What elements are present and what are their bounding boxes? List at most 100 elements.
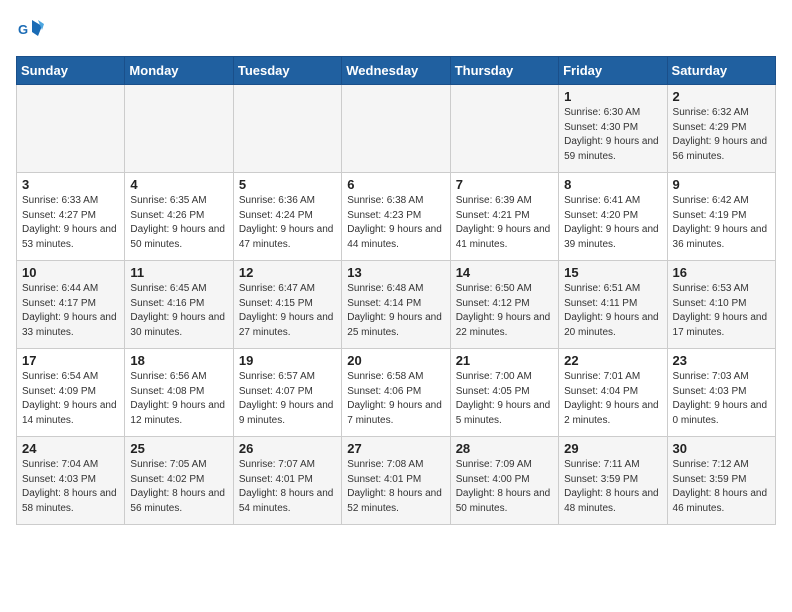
calendar-cell: 12 Sunrise: 6:47 AM Sunset: 4:15 PM Dayli… xyxy=(233,261,341,349)
day-header-tuesday: Tuesday xyxy=(233,57,341,85)
day-info: Sunrise: 6:39 AM Sunset: 4:21 PM Dayligh… xyxy=(456,194,553,252)
calendar-cell: 28 Sunrise: 7:09 AM Sunset: 4:00 PM Dayli… xyxy=(450,437,558,525)
day-info: Sunrise: 7:03 AM Sunset: 4:03 PM Dayligh… xyxy=(673,370,770,428)
calendar-cell: 26 Sunrise: 7:07 AM Sunset: 4:01 PM Dayli… xyxy=(233,437,341,525)
calendar-cell: 23 Sunrise: 7:03 AM Sunset: 4:03 PM Dayli… xyxy=(667,349,775,437)
day-number: 4 xyxy=(130,177,227,192)
calendar-cell: 9 Sunrise: 6:42 AM Sunset: 4:19 PM Daylig… xyxy=(667,173,775,261)
day-number: 7 xyxy=(456,177,553,192)
day-number: 28 xyxy=(456,441,553,456)
svg-text:G: G xyxy=(18,22,28,37)
day-number: 12 xyxy=(239,265,336,280)
day-number: 8 xyxy=(564,177,661,192)
day-number: 9 xyxy=(673,177,770,192)
day-header-saturday: Saturday xyxy=(667,57,775,85)
calendar-cell: 11 Sunrise: 6:45 AM Sunset: 4:16 PM Dayli… xyxy=(125,261,233,349)
day-header-thursday: Thursday xyxy=(450,57,558,85)
day-info: Sunrise: 7:01 AM Sunset: 4:04 PM Dayligh… xyxy=(564,370,661,428)
day-number: 16 xyxy=(673,265,770,280)
day-info: Sunrise: 6:56 AM Sunset: 4:08 PM Dayligh… xyxy=(130,370,227,428)
calendar-cell: 7 Sunrise: 6:39 AM Sunset: 4:21 PM Daylig… xyxy=(450,173,558,261)
calendar-cell: 14 Sunrise: 6:50 AM Sunset: 4:12 PM Dayli… xyxy=(450,261,558,349)
calendar-cell: 29Sunrise: 7:11 AM Sunset: 3:59 PM Dayli… xyxy=(559,437,667,525)
calendar-cell: 19 Sunrise: 6:57 AM Sunset: 4:07 PM Dayli… xyxy=(233,349,341,437)
calendar-header: SundayMondayTuesdayWednesdayThursdayFrid… xyxy=(17,57,776,85)
calendar-cell: 25 Sunrise: 7:05 AM Sunset: 4:02 PM Dayli… xyxy=(125,437,233,525)
day-number: 26 xyxy=(239,441,336,456)
calendar-cell: 2 Sunrise: 6:32 AM Sunset: 4:29 PM Daylig… xyxy=(667,85,775,173)
day-header-sunday: Sunday xyxy=(17,57,125,85)
day-header-friday: Friday xyxy=(559,57,667,85)
day-number: 27 xyxy=(347,441,444,456)
calendar-cell xyxy=(450,85,558,173)
day-info: Sunrise: 6:30 AM Sunset: 4:30 PM Dayligh… xyxy=(564,106,661,164)
calendar-cell: 15 Sunrise: 6:51 AM Sunset: 4:11 PM Dayli… xyxy=(559,261,667,349)
calendar-cell: 24Sunrise: 7:04 AM Sunset: 4:03 PM Dayli… xyxy=(17,437,125,525)
day-info: Sunrise: 6:57 AM Sunset: 4:07 PM Dayligh… xyxy=(239,370,336,428)
calendar-cell: 8 Sunrise: 6:41 AM Sunset: 4:20 PM Daylig… xyxy=(559,173,667,261)
day-info: Sunrise: 6:54 AM Sunset: 4:09 PM Dayligh… xyxy=(22,370,119,428)
day-number: 10 xyxy=(22,265,119,280)
day-info: Sunrise: 7:08 AM Sunset: 4:01 PM Dayligh… xyxy=(347,458,444,516)
calendar-cell: 6 Sunrise: 6:38 AM Sunset: 4:23 PM Daylig… xyxy=(342,173,450,261)
calendar-cell: 30Sunrise: 7:12 AM Sunset: 3:59 PM Dayli… xyxy=(667,437,775,525)
calendar-cell: 22 Sunrise: 7:01 AM Sunset: 4:04 PM Dayli… xyxy=(559,349,667,437)
day-info: Sunrise: 6:42 AM Sunset: 4:19 PM Dayligh… xyxy=(673,194,770,252)
day-header-monday: Monday xyxy=(125,57,233,85)
day-number: 25 xyxy=(130,441,227,456)
day-number: 22 xyxy=(564,353,661,368)
day-info: Sunrise: 6:38 AM Sunset: 4:23 PM Dayligh… xyxy=(347,194,444,252)
day-number: 29 xyxy=(564,441,661,456)
day-number: 11 xyxy=(130,265,227,280)
logo: G xyxy=(16,16,48,44)
calendar-cell: 27 Sunrise: 7:08 AM Sunset: 4:01 PM Dayli… xyxy=(342,437,450,525)
calendar-cell: 13 Sunrise: 6:48 AM Sunset: 4:14 PM Dayli… xyxy=(342,261,450,349)
day-info: Sunrise: 6:50 AM Sunset: 4:12 PM Dayligh… xyxy=(456,282,553,340)
calendar-cell: 4Sunrise: 6:35 AM Sunset: 4:26 PM Daylig… xyxy=(125,173,233,261)
calendar-cell: 21 Sunrise: 7:00 AM Sunset: 4:05 PM Dayli… xyxy=(450,349,558,437)
calendar-week-4: 17Sunrise: 6:54 AM Sunset: 4:09 PM Dayli… xyxy=(17,349,776,437)
calendar-cell: 10Sunrise: 6:44 AM Sunset: 4:17 PM Dayli… xyxy=(17,261,125,349)
day-info: Sunrise: 6:32 AM Sunset: 4:29 PM Dayligh… xyxy=(673,106,770,164)
calendar-cell xyxy=(342,85,450,173)
calendar-week-3: 10Sunrise: 6:44 AM Sunset: 4:17 PM Dayli… xyxy=(17,261,776,349)
day-number: 3 xyxy=(22,177,119,192)
day-info: Sunrise: 6:47 AM Sunset: 4:15 PM Dayligh… xyxy=(239,282,336,340)
day-number: 14 xyxy=(456,265,553,280)
day-info: Sunrise: 6:51 AM Sunset: 4:11 PM Dayligh… xyxy=(564,282,661,340)
day-number: 30 xyxy=(673,441,770,456)
day-number: 15 xyxy=(564,265,661,280)
day-number: 5 xyxy=(239,177,336,192)
day-number: 19 xyxy=(239,353,336,368)
calendar-table: SundayMondayTuesdayWednesdayThursdayFrid… xyxy=(16,56,776,525)
day-info: Sunrise: 7:00 AM Sunset: 4:05 PM Dayligh… xyxy=(456,370,553,428)
calendar-cell: 18Sunrise: 6:56 AM Sunset: 4:08 PM Dayli… xyxy=(125,349,233,437)
calendar-cell xyxy=(233,85,341,173)
day-number: 1 xyxy=(564,89,661,104)
day-info: Sunrise: 6:53 AM Sunset: 4:10 PM Dayligh… xyxy=(673,282,770,340)
day-number: 24 xyxy=(22,441,119,456)
day-number: 13 xyxy=(347,265,444,280)
calendar-cell: 3 Sunrise: 6:33 AM Sunset: 4:27 PM Daylig… xyxy=(17,173,125,261)
calendar-cell: 20Sunrise: 6:58 AM Sunset: 4:06 PM Dayli… xyxy=(342,349,450,437)
calendar-week-1: 1 Sunrise: 6:30 AM Sunset: 4:30 PM Daylig… xyxy=(17,85,776,173)
calendar-cell: 17Sunrise: 6:54 AM Sunset: 4:09 PM Dayli… xyxy=(17,349,125,437)
day-number: 23 xyxy=(673,353,770,368)
calendar-week-2: 3 Sunrise: 6:33 AM Sunset: 4:27 PM Daylig… xyxy=(17,173,776,261)
day-info: Sunrise: 7:07 AM Sunset: 4:01 PM Dayligh… xyxy=(239,458,336,516)
logo-icon: G xyxy=(16,16,44,44)
day-number: 2 xyxy=(673,89,770,104)
day-info: Sunrise: 7:09 AM Sunset: 4:00 PM Dayligh… xyxy=(456,458,553,516)
day-info: Sunrise: 6:45 AM Sunset: 4:16 PM Dayligh… xyxy=(130,282,227,340)
day-header-wednesday: Wednesday xyxy=(342,57,450,85)
day-info: Sunrise: 6:36 AM Sunset: 4:24 PM Dayligh… xyxy=(239,194,336,252)
day-info: Sunrise: 6:33 AM Sunset: 4:27 PM Dayligh… xyxy=(22,194,119,252)
day-info: Sunrise: 6:48 AM Sunset: 4:14 PM Dayligh… xyxy=(347,282,444,340)
day-number: 6 xyxy=(347,177,444,192)
page-header: G xyxy=(16,16,776,44)
day-number: 20 xyxy=(347,353,444,368)
day-number: 21 xyxy=(456,353,553,368)
calendar-cell xyxy=(125,85,233,173)
day-info: Sunrise: 6:41 AM Sunset: 4:20 PM Dayligh… xyxy=(564,194,661,252)
day-info: Sunrise: 7:05 AM Sunset: 4:02 PM Dayligh… xyxy=(130,458,227,516)
